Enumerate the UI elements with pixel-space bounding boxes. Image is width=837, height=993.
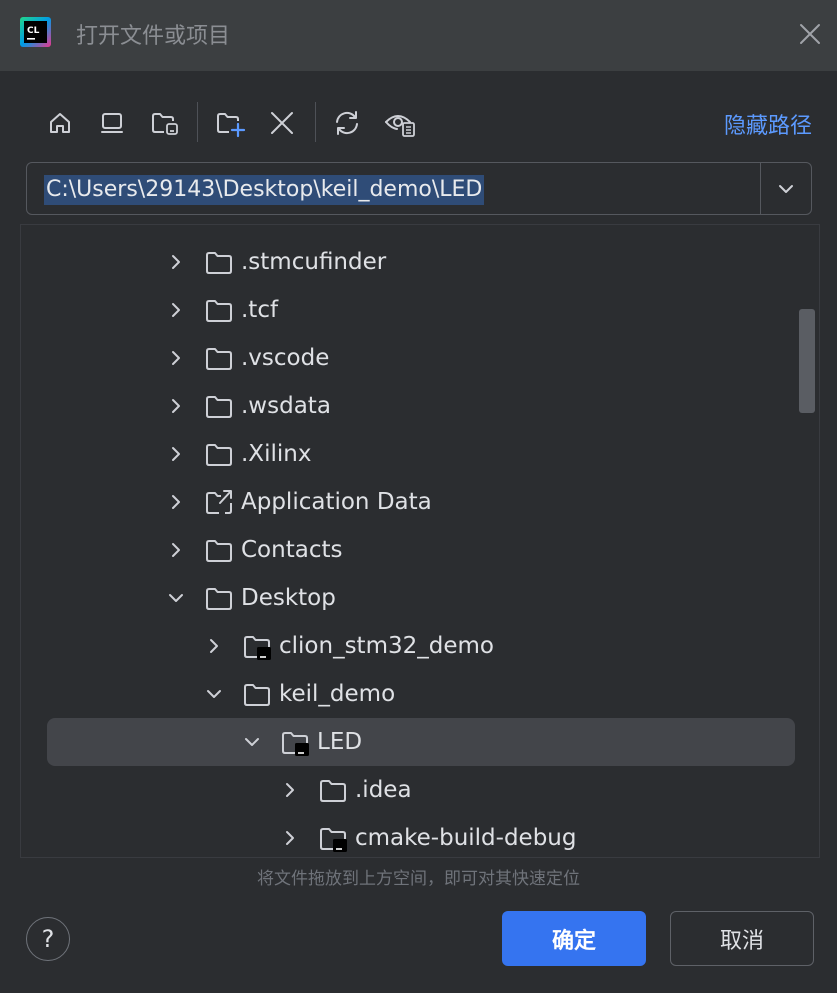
tree-item-label: .Xilinx [241,441,312,467]
tree-row[interactable]: .vscode [21,334,819,382]
selection-highlight [47,718,795,766]
tree-row[interactable]: Contacts [21,526,819,574]
tree-item-label: .vscode [241,345,330,371]
delete-button[interactable] [265,106,299,140]
tree-row[interactable]: .stmcufinder [21,238,819,286]
chevron-down-icon[interactable] [204,684,224,704]
new-folder-button[interactable] [213,106,247,140]
tree-item-label: Application Data [241,489,432,515]
folder-icon [206,396,232,418]
project-folder-icon [282,732,309,756]
folder-icon [244,684,270,706]
ok-button[interactable]: 确定 [502,911,646,966]
project-folder-icon [244,636,271,660]
tree-item-label: cmake-build-debug [355,825,577,851]
folder-link-icon [206,490,232,514]
chevron-down-icon [779,185,793,193]
tree-item-label: .stmcufinder [241,249,387,275]
chevron-right-icon[interactable] [280,828,300,848]
chevron-down-icon[interactable] [242,732,262,752]
tree-row[interactable]: clion_stm32_demo [21,622,819,670]
chevron-right-icon[interactable] [166,444,186,464]
chevron-right-icon[interactable] [280,780,300,800]
new-folder-icon [217,113,246,138]
help-button[interactable]: ? [26,917,70,961]
folder-icon [206,540,232,562]
clion-logo-icon: CL [20,17,51,47]
chevron-right-icon[interactable] [166,252,186,272]
tree-row[interactable]: .wsdata [21,382,819,430]
chevron-right-icon[interactable] [166,300,186,320]
chevron-right-icon[interactable] [166,348,186,368]
tree-item-label: Desktop [241,585,336,611]
home-icon [50,113,70,133]
folder-icon [206,252,232,274]
combo-separator [760,163,761,214]
tree-row[interactable]: .idea [21,766,819,814]
tree-scrollbar[interactable] [799,309,815,413]
tree-item-label: .wsdata [241,393,331,419]
tree-item-label: Contacts [241,537,343,563]
tree-row[interactable]: Application Data [21,478,819,526]
tree-item-label: .idea [355,777,412,803]
refresh-icon [336,111,358,135]
cancel-button[interactable]: 取消 [670,911,814,966]
project-folder-icon [320,828,347,852]
folder-icon [320,780,346,802]
tree-item-label: .tcf [241,297,279,323]
chevron-right-icon[interactable] [204,636,224,656]
app-icon-text: CL [27,26,40,36]
toolbar-separator [197,102,198,142]
tree-item-label: LED [317,729,363,755]
desktop-icon [101,113,123,133]
chevron-right-icon[interactable] [166,396,186,416]
path-combobox[interactable]: C:\Users\29143\Desktop\keil_demo\LED [26,162,812,215]
show-hidden-button[interactable] [383,106,417,140]
tree-row[interactable]: Desktop [21,574,819,622]
project-folder-icon [152,113,178,135]
chevron-down-icon[interactable] [166,588,186,608]
file-tree[interactable]: .stmcufinder .tcf .vscode .wsdata .Xilinx App… [20,224,820,858]
drop-hint: 将文件拖放到上方空间，即可对其快速定位 [257,869,580,889]
chevron-right-icon[interactable] [166,540,186,560]
tree-row-selected[interactable]: LED [21,718,819,766]
chevron-right-icon[interactable] [166,492,186,512]
path-dropdown-button[interactable] [771,175,801,203]
tree-item-label: keil_demo [279,681,396,707]
tree-row[interactable]: .Xilinx [21,430,819,478]
folder-icon [206,444,232,466]
tree-item-label: clion_stm32_demo [279,633,494,659]
delete-icon [271,112,293,134]
tree-row[interactable]: cmake-build-debug [21,814,819,857]
desktop-button[interactable] [95,106,129,140]
tree-row[interactable]: .tcf [21,286,819,334]
folder-icon [206,588,232,610]
window-title: 打开文件或项目 [76,24,231,49]
tree-row[interactable]: keil_demo [21,670,819,718]
hide-path-link[interactable]: 隐藏路径 [724,108,812,140]
path-input[interactable]: C:\Users\29143\Desktop\keil_demo\LED [44,175,485,205]
project-folder-button[interactable] [147,106,181,140]
folder-icon [206,348,232,370]
folder-icon [206,300,232,322]
show-hidden-icon [385,115,415,137]
close-icon[interactable] [796,20,824,48]
title-bar: CL 打开文件或项目 [0,0,837,71]
refresh-button[interactable] [330,106,364,140]
home-button[interactable] [43,106,77,140]
toolbar-separator [315,102,316,142]
